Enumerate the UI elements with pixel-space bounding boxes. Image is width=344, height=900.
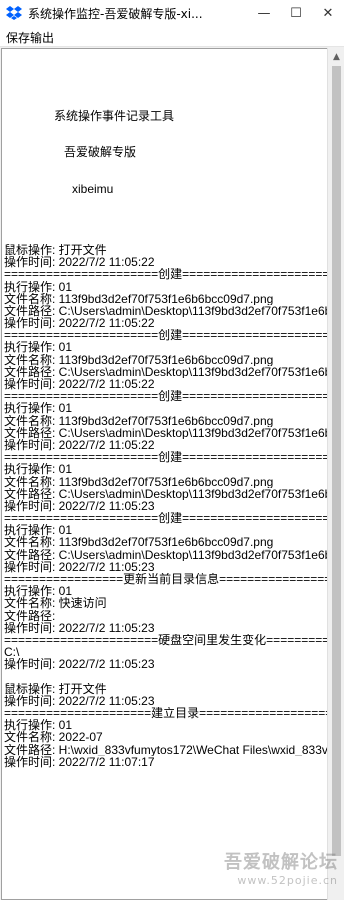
log-line: 操作时间: 2022/7/2 11:05:22 [4, 317, 155, 330]
vertical-scrollbar[interactable]: ▲ [327, 48, 344, 900]
maximize-button[interactable]: ☐ [280, 0, 312, 26]
log-line: 执行操作: 01 [4, 719, 73, 732]
log-line: 操作时间: 2022/7/2 11:05:22 [4, 378, 155, 391]
log-header-title: 系统操作事件记录工具 [54, 108, 175, 123]
log-line: 文件路径: H:\wxid_833vfumytos172\WeChat File… [4, 743, 327, 756]
log-line: 操作时间: 2022/7/2 11:05:22 [4, 256, 155, 269]
log-textarea[interactable]: 系统操作事件记录工具 吾爱破解专版 xibeimu 鼠标操作: 打开文件 操作时间… [1, 48, 328, 900]
log-line: ======================创建================… [4, 390, 327, 403]
menu-bar: 保存输出 [0, 26, 344, 47]
log-line: 文件路径: C:\Users\admin\Desktop\113f9bd3d2e… [4, 426, 327, 439]
log-content: 系统操作事件记录工具 吾爱破解专版 xibeimu 鼠标操作: 打开文件 操作时间… [4, 51, 327, 792]
log-line: 文件名称: 2022-07 [4, 731, 103, 744]
log-line: ======================创建================… [4, 512, 327, 525]
log-line: 文件名称: 113f9bd3d2ef70f753f1e6b6bcc09d7.pn… [4, 353, 274, 366]
log-line: ======================硬盘空间里发生变化=========… [4, 633, 327, 647]
log-line: 操作时间: 2022/7/2 11:05:23 [4, 658, 155, 671]
watermark-url: www.52pojie.cn [237, 874, 338, 887]
watermark-title: 吾爱破解论坛 [224, 852, 338, 873]
log-line: 文件路径: C:\Users\admin\Desktop\113f9bd3d2e… [4, 487, 327, 500]
window-title: 系统操作监控-吾爱破解专版-xi... [28, 6, 203, 21]
log-line: 执行操作: 01 [4, 463, 73, 476]
scroll-thumb[interactable] [332, 66, 341, 856]
log-line: 文件路径: C:\Users\admin\Desktop\113f9bd3d2e… [4, 304, 327, 318]
log-line: =====================建立目录===============… [4, 707, 327, 720]
log-line: 执行操作: 01 [4, 341, 73, 354]
log-header-subtitle: 吾爱破解专版 [64, 145, 137, 160]
log-line: ======================创建================… [4, 329, 327, 342]
log-line: 文件路径: [4, 609, 56, 622]
log-lines: 鼠标操作: 打开文件 操作时间: 2022/7/2 11:05:22 =======… [4, 220, 327, 768]
log-line: 鼠标操作: 打开文件 [4, 243, 107, 257]
log-line: ======================创建================… [4, 268, 327, 281]
log-line: 操作时间: 2022/7/2 11:05:23 [4, 694, 155, 708]
log-line: 文件名称: 快速访问 [4, 597, 107, 610]
log-line: 执行操作: 01 [4, 524, 73, 537]
log-line: C:\ [4, 646, 20, 659]
minimize-button[interactable]: — [248, 0, 280, 26]
log-line: 文件名称: 113f9bd3d2ef70f753f1e6b6bcc09d7.pn… [4, 536, 274, 549]
log-line: 操作时间: 2022/7/2 11:05:22 [4, 438, 155, 452]
log-line: 文件路径: C:\Users\admin\Desktop\113f9bd3d2e… [4, 365, 327, 379]
watermark: 吾爱破解论坛 www.52pojie.cn [178, 848, 338, 898]
log-line: 执行操作: 01 [4, 585, 73, 598]
log-header-author: xibeimu [72, 182, 114, 196]
scroll-up-icon[interactable]: ▲ [328, 48, 344, 65]
log-line: =================更新当前目录信息===============… [4, 573, 327, 586]
log-line: 执行操作: 01 [4, 402, 73, 415]
dropbox-icon [6, 6, 22, 20]
log-line: 文件路径: C:\Users\admin\Desktop\113f9bd3d2e… [4, 548, 327, 561]
log-line: 操作时间: 2022/7/2 11:07:17 [4, 755, 155, 769]
log-line: 操作时间: 2022/7/2 11:05:23 [4, 560, 155, 574]
log-line: 操作时间: 2022/7/2 11:05:23 [4, 621, 155, 634]
menu-save-output[interactable]: 保存输出 [6, 29, 54, 46]
log-line: ======================创建================… [4, 451, 327, 464]
log-line: 操作时间: 2022/7/2 11:05:23 [4, 499, 155, 513]
log-line: 鼠标操作: 打开文件 [4, 682, 107, 695]
title-bar: 系统操作监控-吾爱破解专版-xi... — ☐ ✕ [0, 0, 344, 26]
log-line: 文件名称: 113f9bd3d2ef70f753f1e6b6bcc09d7.pn… [4, 475, 274, 488]
log-line: 文件名称: 113f9bd3d2ef70f753f1e6b6bcc09d7.pn… [4, 292, 274, 305]
log-line: 文件名称: 113f9bd3d2ef70f753f1e6b6bcc09d7.pn… [4, 414, 274, 427]
log-line: 执行操作: 01 [4, 280, 73, 293]
close-button[interactable]: ✕ [312, 0, 344, 26]
